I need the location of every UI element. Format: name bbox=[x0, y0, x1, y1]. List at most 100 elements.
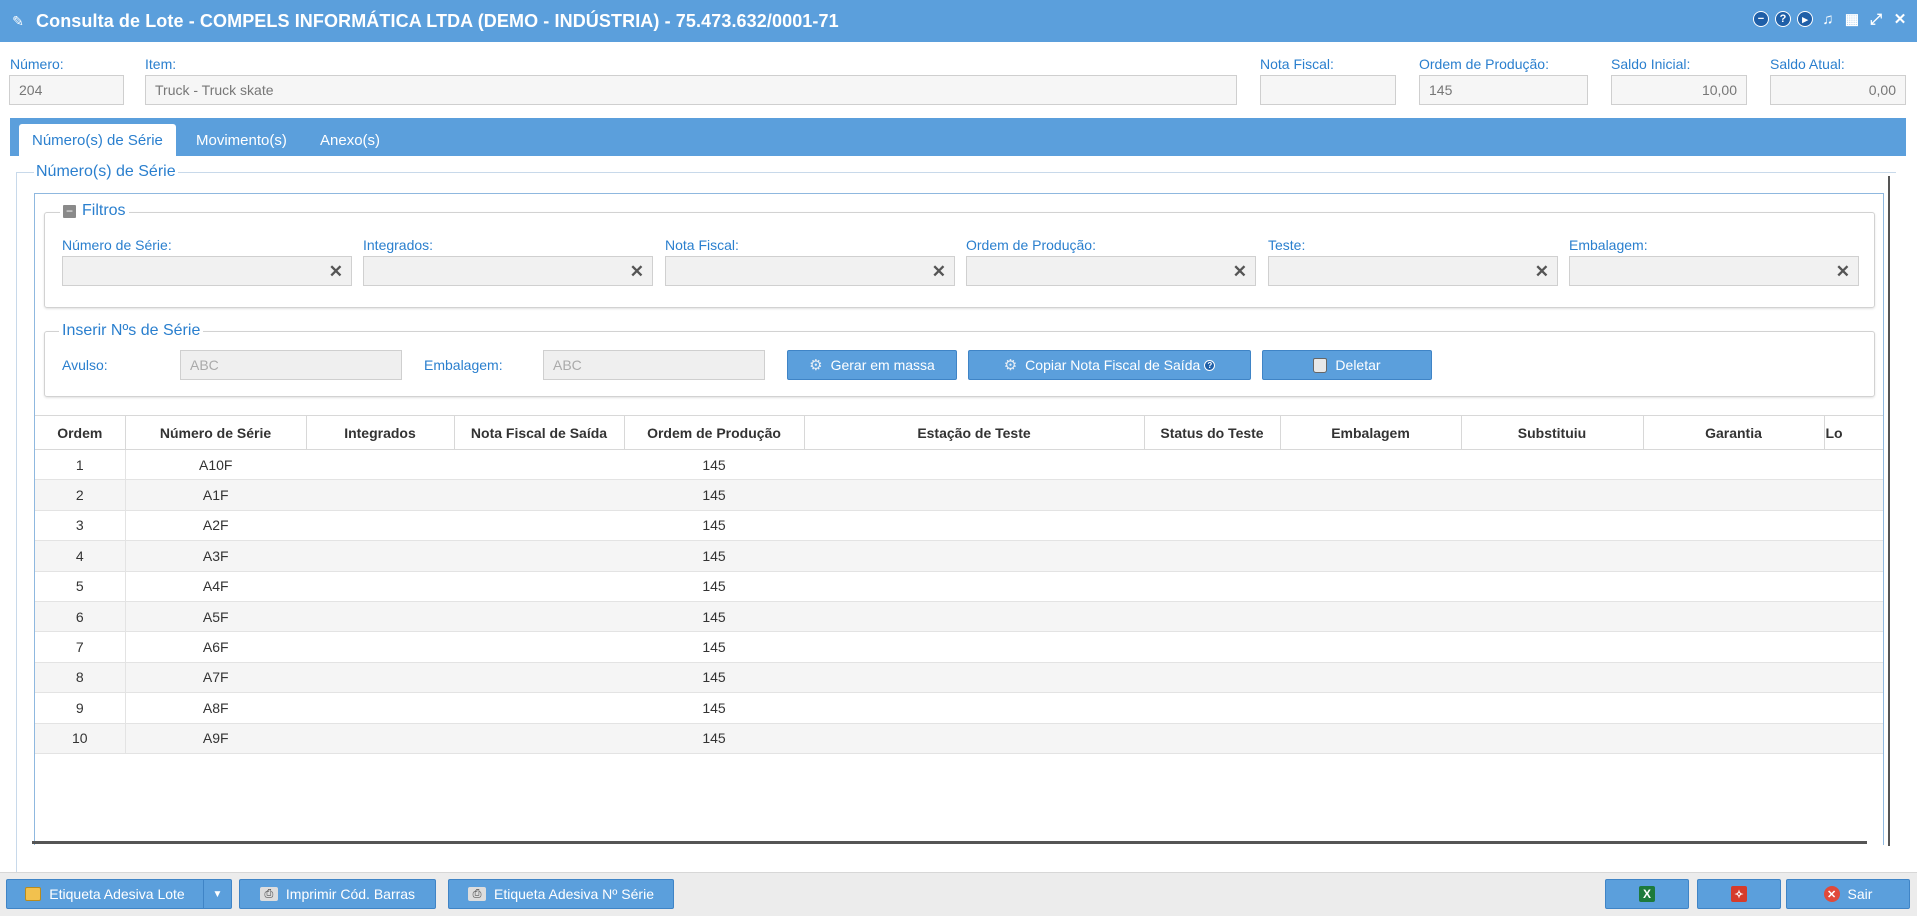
filter-teste-label: Teste: bbox=[1268, 237, 1306, 253]
cell-ordem-producao: 145 bbox=[624, 540, 804, 572]
cell-embalagem bbox=[1280, 723, 1461, 754]
bell-icon[interactable]: ♫ bbox=[1819, 10, 1837, 28]
cell-estacao-teste bbox=[804, 449, 1144, 481]
cell-numero-serie: A3F bbox=[125, 540, 306, 572]
collapse-icon[interactable]: ⤢ bbox=[1867, 10, 1885, 28]
table-row[interactable]: 6 A5F 145 bbox=[35, 601, 1883, 633]
chevron-down-icon[interactable]: ▼ bbox=[203, 880, 231, 908]
column-header[interactable]: Estação de Teste bbox=[804, 415, 1145, 450]
clear-icon[interactable]: ✕ bbox=[932, 262, 946, 282]
insert-serial-title: Inserir Nºs de Série bbox=[62, 322, 201, 339]
clear-icon[interactable]: ✕ bbox=[1233, 262, 1247, 282]
column-header[interactable]: Integrados bbox=[306, 415, 455, 450]
table-row[interactable]: 4 A3F 145 bbox=[35, 540, 1883, 572]
horizontal-scrollbar[interactable] bbox=[32, 841, 1867, 844]
cell-garantia bbox=[1643, 540, 1824, 572]
tab-movimentos[interactable]: Movimento(s) bbox=[183, 124, 300, 156]
tab-anexos[interactable]: Anexo(s) bbox=[307, 124, 393, 156]
cell-embalagem bbox=[1280, 540, 1461, 572]
deletar-button[interactable]: Deletar bbox=[1262, 350, 1432, 380]
cell-substituiu bbox=[1461, 631, 1643, 663]
vertical-scrollbar[interactable] bbox=[1888, 176, 1890, 846]
table-row[interactable]: 5 A4F 145 bbox=[35, 571, 1883, 602]
table-row[interactable]: 7 A6F 145 bbox=[35, 631, 1883, 663]
cell-lo bbox=[1824, 449, 1883, 481]
filter-numero-serie-input[interactable]: ✕ bbox=[62, 256, 352, 286]
copiar-nota-fiscal-label: Copiar Nota Fiscal de Saída bbox=[1025, 357, 1201, 373]
play-icon[interactable]: ▸ bbox=[1797, 11, 1813, 27]
imprimir-cod-barras-button[interactable]: ⎙ Imprimir Cód. Barras bbox=[239, 879, 436, 909]
cell-status-teste bbox=[1144, 540, 1280, 572]
footer-toolbar: Etiqueta Adesiva Lote ▼ ⎙ Imprimir Cód. … bbox=[0, 872, 1917, 916]
cell-numero-serie: A10F bbox=[125, 449, 306, 481]
close-icon[interactable]: ✕ bbox=[1891, 10, 1909, 28]
minimize-icon[interactable]: − bbox=[1753, 11, 1769, 27]
tab-numeros-de-serie[interactable]: Número(s) de Série bbox=[19, 124, 176, 156]
table-row[interactable]: 10 A9F 145 bbox=[35, 723, 1883, 754]
embalagem-input[interactable]: ABC bbox=[543, 350, 765, 380]
sair-button[interactable]: ✕ Sair bbox=[1786, 879, 1910, 909]
cell-ordem: 2 bbox=[35, 479, 126, 511]
numero-field[interactable]: 204 bbox=[9, 75, 124, 105]
table-row[interactable]: 1 A10F 145 bbox=[35, 449, 1883, 481]
table-row[interactable]: 8 A7F 145 bbox=[35, 662, 1883, 694]
filter-nota-fiscal-input[interactable]: ✕ bbox=[665, 256, 955, 286]
printer-icon: ⎙ bbox=[468, 887, 486, 901]
etiqueta-adesiva-serie-button[interactable]: ⎙ Etiqueta Adesiva Nº Série bbox=[448, 879, 674, 909]
clear-icon[interactable]: ✕ bbox=[630, 262, 644, 282]
clear-icon[interactable]: ✕ bbox=[329, 262, 343, 282]
item-field[interactable]: Truck - Truck skate bbox=[145, 75, 1237, 105]
avulso-input[interactable]: ABC bbox=[180, 350, 402, 380]
cell-garantia bbox=[1643, 723, 1824, 754]
column-header[interactable]: Embalagem bbox=[1280, 415, 1462, 450]
saldo-inicial-field[interactable]: 10,00 bbox=[1611, 75, 1747, 105]
table-row[interactable]: 9 A8F 145 bbox=[35, 692, 1883, 724]
serial-numbers-table: Ordem Número de Série Integrados Nota Fi… bbox=[35, 415, 1883, 754]
copiar-nota-fiscal-button[interactable]: ⚙ Copiar Nota Fiscal de Saída ? bbox=[968, 350, 1251, 380]
calendar-icon[interactable]: ▦ bbox=[1843, 10, 1861, 28]
gerar-em-massa-button[interactable]: ⚙ Gerar em massa bbox=[787, 350, 957, 380]
ordem-producao-field[interactable]: 145 bbox=[1419, 75, 1588, 105]
cell-nota-fiscal bbox=[454, 601, 624, 633]
table-header-row: Ordem Número de Série Integrados Nota Fi… bbox=[35, 415, 1883, 450]
clear-icon[interactable]: ✕ bbox=[1836, 262, 1850, 282]
column-header[interactable]: Ordem bbox=[35, 415, 126, 450]
clear-icon[interactable]: ✕ bbox=[1535, 262, 1549, 282]
collapse-minus-icon[interactable]: − bbox=[63, 204, 76, 218]
filter-ordem-producao-input[interactable]: ✕ bbox=[966, 256, 1256, 286]
export-excel-button[interactable]: X bbox=[1605, 879, 1689, 909]
cell-nota-fiscal bbox=[454, 540, 624, 572]
cell-ordem-producao: 145 bbox=[624, 601, 804, 633]
cell-substituiu bbox=[1461, 540, 1643, 572]
help-icon[interactable]: ? bbox=[1204, 359, 1216, 371]
cell-substituiu bbox=[1461, 571, 1643, 602]
nota-fiscal-field[interactable] bbox=[1260, 75, 1396, 105]
help-icon[interactable]: ? bbox=[1775, 11, 1791, 27]
column-header[interactable]: Substituiu bbox=[1461, 415, 1644, 450]
table-row[interactable]: 3 A2F 145 bbox=[35, 510, 1883, 542]
filter-integrados-label: Integrados: bbox=[363, 237, 434, 253]
table-row[interactable]: 2 A1F 145 bbox=[35, 479, 1883, 511]
cell-integrados bbox=[306, 723, 454, 754]
filter-teste-input[interactable]: ✕ bbox=[1268, 256, 1558, 286]
saldo-atual-field[interactable]: 0,00 bbox=[1770, 75, 1906, 105]
column-header[interactable]: Status do Teste bbox=[1144, 415, 1281, 450]
etiqueta-adesiva-lote-button[interactable]: Etiqueta Adesiva Lote ▼ bbox=[6, 879, 232, 909]
filters-legend[interactable]: − Filtros bbox=[60, 202, 129, 220]
pdf-icon: ✧ bbox=[1731, 886, 1747, 902]
filter-embalagem-input[interactable]: ✕ bbox=[1569, 256, 1859, 286]
panel-title: Número(s) de Série bbox=[34, 163, 178, 181]
label-icon bbox=[25, 887, 42, 901]
column-header[interactable]: Nota Fiscal de Saída bbox=[454, 415, 625, 450]
nota-fiscal-label: Nota Fiscal: bbox=[1260, 56, 1334, 72]
column-header[interactable]: Ordem de Produção bbox=[624, 415, 805, 450]
column-header[interactable]: Garantia bbox=[1643, 415, 1825, 450]
column-header[interactable]: Lo bbox=[1824, 415, 1883, 450]
filter-integrados-input[interactable]: ✕ bbox=[363, 256, 653, 286]
edit-document-icon: ✎ bbox=[12, 12, 24, 29]
column-header[interactable]: Número de Série bbox=[125, 415, 307, 450]
cell-ordem-producao: 145 bbox=[624, 631, 804, 663]
cell-substituiu bbox=[1461, 510, 1643, 542]
cell-numero-serie: A8F bbox=[125, 692, 306, 724]
export-pdf-button[interactable]: ✧ bbox=[1697, 879, 1781, 909]
